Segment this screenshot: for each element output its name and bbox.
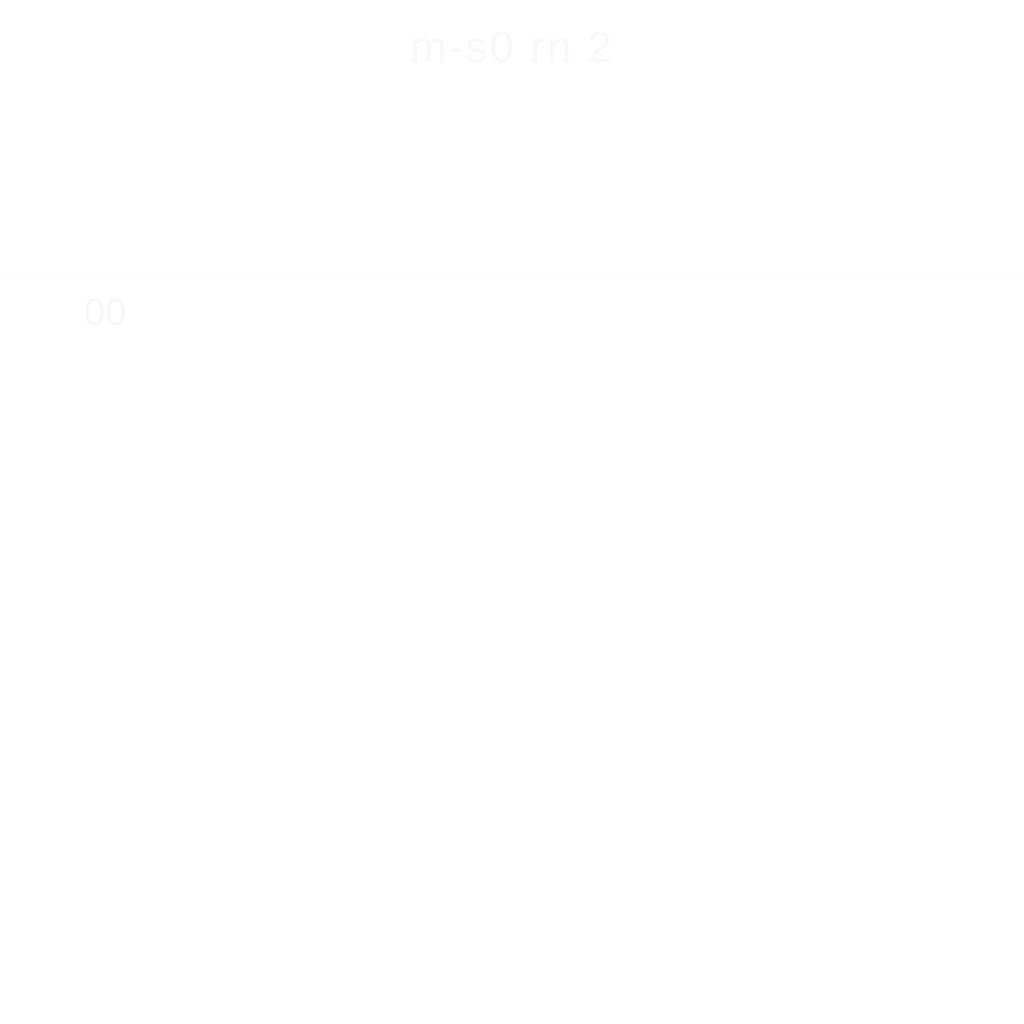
blank-content-area: [0, 340, 1024, 1024]
list-item-label: 00: [84, 292, 127, 334]
divider: [0, 276, 1024, 277]
header: m-s0 rn 2: [0, 0, 1024, 96]
list-item: 00: [84, 288, 126, 338]
page-title: m-s0 rn 2: [410, 23, 614, 72]
page: m-s0 rn 2 00: [0, 0, 1024, 1024]
